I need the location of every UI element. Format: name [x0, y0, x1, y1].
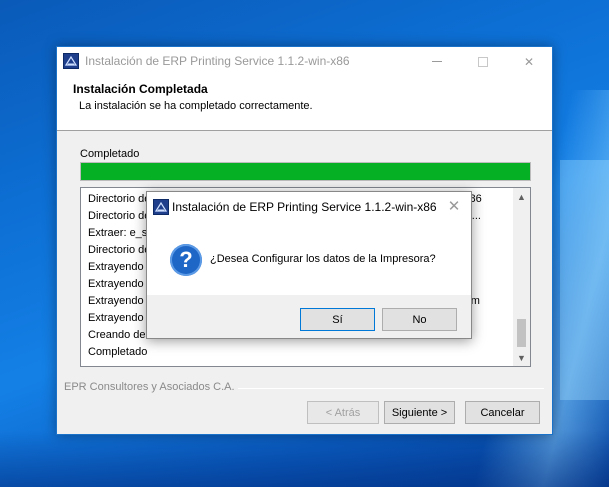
window-title: Instalación de ERP Printing Service 1.1.…	[85, 54, 350, 68]
no-button[interactable]: No	[382, 308, 457, 331]
question-icon: ?	[170, 244, 202, 276]
scroll-up-icon[interactable]: ▲	[513, 188, 530, 205]
desktop-light-panel	[560, 160, 609, 400]
log-line: Directorio de	[88, 193, 151, 205]
maximize-button[interactable]	[460, 47, 506, 76]
brand-text: EPR Consultores y Asociados C.A.	[64, 381, 235, 393]
log-line: Extrayendo	[88, 261, 144, 273]
brand-divider	[238, 388, 544, 389]
log-line: Creando des	[88, 329, 151, 341]
installer-titlebar[interactable]: Instalación de ERP Printing Service 1.1.…	[57, 47, 552, 76]
maximize-icon	[478, 56, 488, 67]
dialog-titlebar[interactable]: Instalación de ERP Printing Service 1.1.…	[147, 192, 471, 222]
progress-fill	[81, 163, 530, 180]
back-button[interactable]: < Atrás	[307, 401, 379, 424]
dialog-app-icon	[153, 199, 169, 215]
status-label: Completado	[80, 148, 140, 160]
question-dialog: Instalación de ERP Printing Service 1.1.…	[146, 191, 472, 339]
log-line: Extrayendo	[88, 295, 144, 307]
log-line: Completado	[88, 346, 148, 358]
desktop-shade	[0, 430, 609, 487]
log-line: Directorio de	[88, 210, 151, 222]
close-icon: ✕	[523, 54, 535, 69]
dialog-title: Instalación de ERP Printing Service 1.1.…	[172, 200, 437, 214]
dialog-question: ¿Desea Configurar los datos de la Impres…	[210, 253, 436, 265]
log-line: Extrayendo	[88, 278, 144, 290]
yes-button[interactable]: Sí	[300, 308, 375, 331]
scroll-thumb[interactable]	[517, 319, 526, 347]
dialog-close-icon[interactable]: ✕	[443, 197, 465, 217]
minimize-button[interactable]	[414, 47, 460, 76]
header-title: Instalación Completada	[73, 82, 208, 96]
log-line: Directorio de	[88, 244, 151, 256]
minimize-icon	[432, 61, 442, 62]
cancel-button[interactable]: Cancelar	[465, 401, 540, 424]
app-icon	[63, 53, 79, 69]
close-button[interactable]: ✕	[506, 47, 552, 76]
log-line: Extraer: e_s	[88, 227, 148, 239]
brand-row: EPR Consultores y Asociados C.A.	[64, 381, 544, 395]
next-button[interactable]: Siguiente >	[384, 401, 455, 424]
scroll-down-icon[interactable]: ▼	[513, 349, 530, 366]
header-subtitle: La instalación se ha completado correcta…	[79, 100, 313, 112]
wizard-header: Instalación Completada La instalación se…	[57, 76, 552, 131]
log-scrollbar[interactable]: ▲ ▼	[513, 188, 530, 366]
progress-bar	[80, 162, 531, 181]
log-line: Extrayendo	[88, 312, 144, 324]
